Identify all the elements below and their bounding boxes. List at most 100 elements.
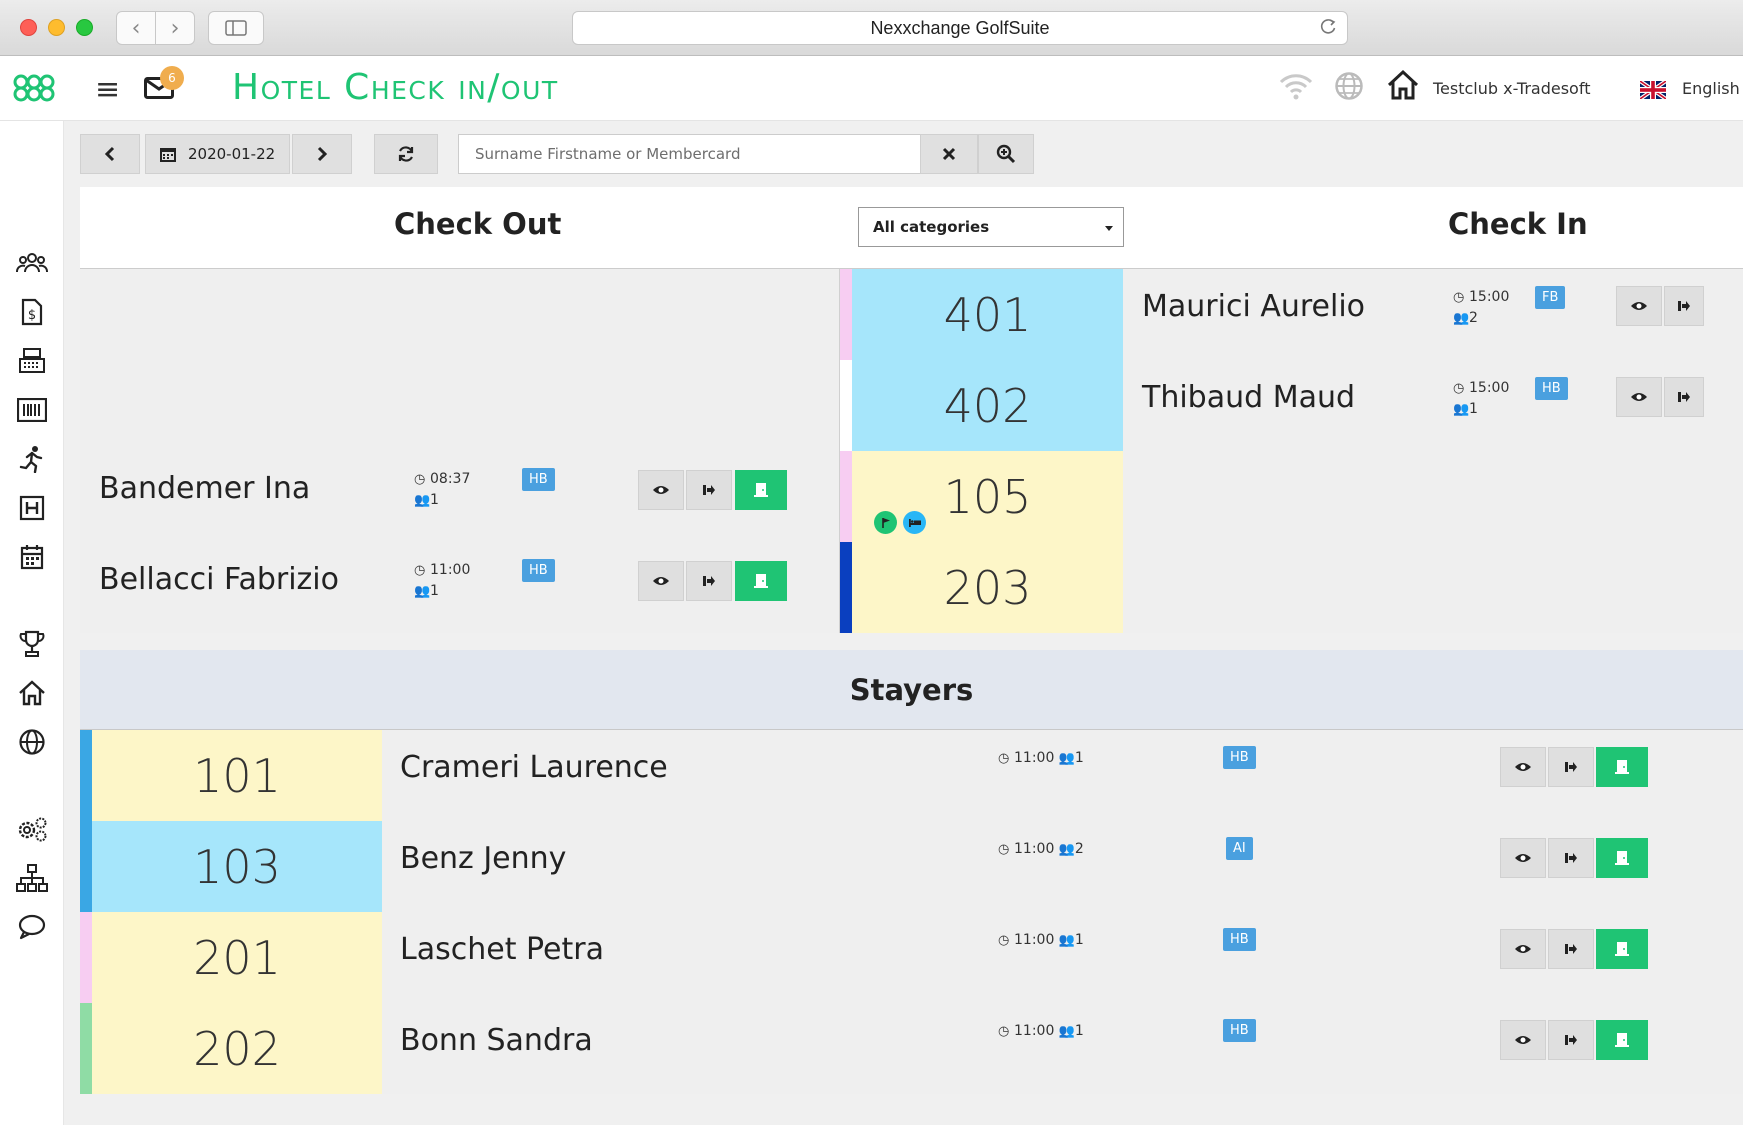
guest-name[interactable]: Bandemer Ina bbox=[99, 471, 310, 506]
language-selector[interactable]: English bbox=[1682, 79, 1740, 98]
app-header: ≡ 6 Hotel Check in/out Testclub x-Trades… bbox=[0, 57, 1743, 121]
globe-icon[interactable] bbox=[1334, 71, 1364, 105]
room-number[interactable]: 101 bbox=[92, 730, 382, 821]
sidebar-toggle-button[interactable] bbox=[208, 11, 264, 45]
browser-titlebar: ‹ › Nexxchange GolfSuite bbox=[0, 0, 1743, 56]
guest-meta: ◷ 15:00 👥1 bbox=[1453, 378, 1509, 420]
logo-icon bbox=[13, 74, 55, 102]
settings-icon[interactable] bbox=[16, 813, 48, 845]
cash-register-icon[interactable] bbox=[16, 345, 48, 377]
room-number[interactable]: 401 bbox=[852, 269, 1123, 360]
page-url-title: Nexxchange GolfSuite bbox=[870, 17, 1050, 38]
sign-out-icon bbox=[1565, 762, 1577, 772]
chat-icon[interactable] bbox=[16, 911, 48, 943]
checkin-cell: Thibaud Maud ◷ 15:00 👥1 HB bbox=[1123, 360, 1743, 451]
room-number[interactable]: 103 bbox=[92, 821, 382, 912]
forward-icon[interactable]: › bbox=[156, 12, 194, 44]
hotel-icon[interactable] bbox=[16, 492, 48, 524]
minimize-window-button[interactable] bbox=[48, 19, 65, 36]
clock-icon: ◷ bbox=[1453, 381, 1465, 396]
guest-name[interactable]: Maurici Aurelio bbox=[1142, 289, 1365, 324]
eye-icon bbox=[653, 486, 669, 494]
view-button[interactable] bbox=[638, 470, 684, 510]
check-in-button[interactable] bbox=[1664, 286, 1704, 326]
stayer-cell: Benz Jenny ◷ 11:00 👥2 AI bbox=[382, 821, 1743, 912]
club-name[interactable]: Testclub x-Tradesoft bbox=[1433, 79, 1590, 98]
persons-icon: 👥 bbox=[1058, 842, 1075, 857]
view-button[interactable] bbox=[1616, 377, 1662, 417]
check-out-button[interactable] bbox=[1548, 838, 1594, 878]
guest-name[interactable]: Thibaud Maud bbox=[1142, 380, 1355, 415]
door-button[interactable] bbox=[1596, 929, 1648, 969]
door-button[interactable] bbox=[735, 561, 787, 601]
departure-time: 08:37 bbox=[430, 471, 471, 487]
view-button[interactable] bbox=[1500, 1020, 1546, 1060]
persons-icon: 👥 bbox=[1453, 402, 1470, 417]
search-input[interactable] bbox=[458, 134, 922, 174]
date-picker[interactable]: 2020-01-22 bbox=[145, 134, 290, 174]
home-icon[interactable] bbox=[1386, 69, 1420, 105]
view-button[interactable] bbox=[1500, 838, 1546, 878]
calendar-icon[interactable] bbox=[16, 541, 48, 573]
check-panel-header: Check Out All categories Check In bbox=[80, 187, 1743, 269]
next-day-button[interactable] bbox=[292, 134, 352, 174]
view-button[interactable] bbox=[1500, 747, 1546, 787]
refresh-button[interactable] bbox=[374, 134, 438, 174]
members-icon[interactable] bbox=[16, 247, 48, 279]
menu-icon[interactable]: ≡ bbox=[95, 75, 120, 105]
room-number[interactable]: 203 bbox=[852, 542, 1123, 633]
address-bar[interactable]: Nexxchange GolfSuite bbox=[572, 11, 1348, 45]
guest-name[interactable]: Bellacci Fabrizio bbox=[99, 562, 339, 597]
guest-name[interactable]: Crameri Laurence bbox=[400, 750, 668, 785]
checkout-empty-cell bbox=[80, 269, 840, 360]
room-number[interactable]: 402 bbox=[852, 360, 1123, 451]
check-out-button[interactable] bbox=[1548, 1020, 1594, 1060]
zoom-window-button[interactable] bbox=[76, 19, 93, 36]
check-out-button[interactable] bbox=[686, 561, 732, 601]
back-icon[interactable]: ‹ bbox=[117, 12, 156, 44]
guest-name[interactable]: Bonn Sandra bbox=[400, 1023, 593, 1058]
chevron-left-icon bbox=[104, 146, 115, 162]
home-nav-icon[interactable] bbox=[16, 677, 48, 709]
invoice-icon[interactable]: $ bbox=[16, 296, 48, 328]
clock-icon: ◷ bbox=[1453, 290, 1465, 305]
chevron-right-icon bbox=[317, 146, 328, 162]
room-number[interactable]: 201 bbox=[92, 912, 382, 1003]
room-category-strip bbox=[840, 360, 852, 451]
door-button[interactable] bbox=[1596, 838, 1648, 878]
trophy-icon[interactable] bbox=[16, 628, 48, 660]
reload-icon[interactable] bbox=[1319, 18, 1337, 41]
check-out-button[interactable] bbox=[686, 470, 732, 510]
room-category-strip bbox=[840, 269, 852, 360]
caret-down-icon bbox=[1105, 226, 1113, 231]
running-icon[interactable] bbox=[16, 443, 48, 475]
arrival-time: 15:00 bbox=[1469, 380, 1510, 396]
app-logo[interactable] bbox=[12, 71, 56, 109]
guest-meta: ◷ 08:37 👥1 bbox=[414, 469, 470, 511]
view-button[interactable] bbox=[1616, 286, 1662, 326]
close-window-button[interactable] bbox=[20, 19, 37, 36]
view-button[interactable] bbox=[638, 561, 684, 601]
check-out-button[interactable] bbox=[1548, 747, 1594, 787]
web-icon[interactable] bbox=[16, 726, 48, 758]
room-number[interactable]: 202 bbox=[92, 1003, 382, 1094]
check-out-button[interactable] bbox=[1548, 929, 1594, 969]
prev-day-button[interactable] bbox=[80, 134, 140, 174]
search-button[interactable] bbox=[978, 134, 1034, 174]
door-button[interactable] bbox=[1596, 1020, 1648, 1060]
view-button[interactable] bbox=[1500, 929, 1546, 969]
eye-icon bbox=[1515, 1036, 1531, 1044]
check-in-button[interactable] bbox=[1664, 377, 1704, 417]
sitemap-icon[interactable] bbox=[16, 862, 48, 894]
door-button[interactable] bbox=[1596, 747, 1648, 787]
uk-flag-icon[interactable] bbox=[1638, 79, 1668, 101]
barcode-icon[interactable] bbox=[16, 394, 48, 426]
door-button[interactable] bbox=[735, 470, 787, 510]
eye-icon bbox=[1631, 393, 1647, 401]
category-select[interactable]: All categories bbox=[858, 207, 1124, 247]
guest-name[interactable]: Benz Jenny bbox=[400, 841, 566, 876]
guest-name[interactable]: Laschet Petra bbox=[400, 932, 604, 967]
clear-search-button[interactable] bbox=[920, 134, 978, 174]
close-icon bbox=[942, 147, 956, 161]
door-icon bbox=[1615, 942, 1629, 956]
